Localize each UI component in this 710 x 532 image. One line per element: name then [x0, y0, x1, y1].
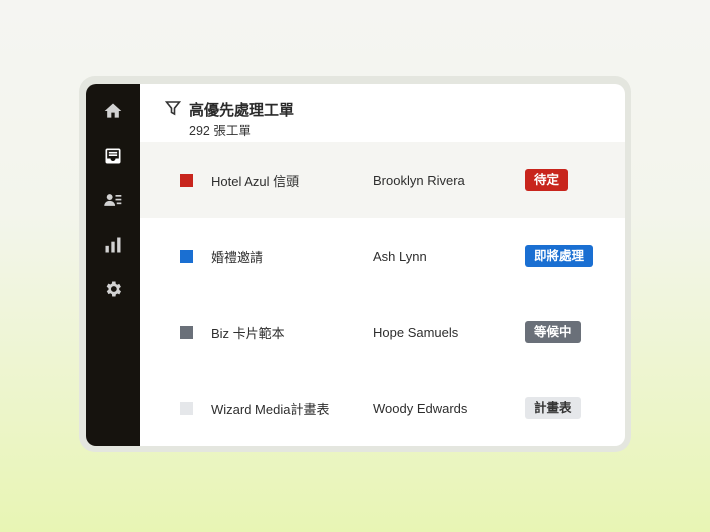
sidebar — [86, 84, 140, 446]
status-badge: 等候中 — [525, 321, 581, 343]
main-content: 高優先處理工單 292 張工單 Hotel Azul 信頭 Brooklyn R… — [140, 84, 625, 446]
work-orders-panel: 高優先處理工單 292 張工單 Hotel Azul 信頭 Brooklyn R… — [86, 84, 625, 446]
color-swatch — [180, 249, 193, 263]
nav-reports[interactable] — [98, 230, 128, 260]
color-swatch — [180, 173, 193, 187]
contacts-icon — [104, 194, 122, 206]
ticket-list: Hotel Azul 信頭 Brooklyn Rivera 待定 婚禮邀請 As… — [140, 142, 625, 446]
page-title: 高優先處理工單 — [189, 102, 295, 119]
ticket-count: 292 張工單 — [189, 124, 251, 138]
ticket-name: Wizard Media計畫表 — [211, 401, 330, 417]
home-icon — [104, 103, 122, 118]
gear-icon — [106, 281, 121, 297]
client-name: Hope Samuels — [373, 324, 459, 340]
color-swatch — [180, 401, 193, 415]
nav-settings[interactable] — [98, 274, 128, 304]
color-swatch — [180, 325, 193, 339]
ticket-name: Biz 卡片範本 — [211, 325, 285, 341]
nav-home[interactable] — [98, 96, 128, 126]
status-badge: 計畫表 — [525, 397, 581, 419]
filter-button[interactable] — [164, 100, 182, 116]
table-row[interactable]: 婚禮邀請 Ash Lynn 即將處理 — [140, 218, 625, 294]
ticket-name: Hotel Azul 信頭 — [211, 173, 300, 189]
bar-chart-icon — [105, 237, 121, 252]
status-badge: 即將處理 — [525, 245, 594, 267]
client-name: Woody Edwards — [373, 400, 468, 416]
nav-contacts[interactable] — [98, 185, 128, 215]
client-name: Ash Lynn — [373, 248, 427, 264]
table-row[interactable]: Wizard Media計畫表 Woody Edwards 計畫表 — [140, 370, 625, 446]
table-row[interactable]: Hotel Azul 信頭 Brooklyn Rivera 待定 — [140, 142, 625, 218]
table-row[interactable]: Biz 卡片範本 Hope Samuels 等候中 — [140, 294, 625, 370]
nav-inbox[interactable] — [98, 141, 128, 171]
ticket-name: 婚禮邀請 — [211, 249, 264, 265]
list-header: 高優先處理工單 292 張工單 — [140, 84, 625, 142]
filter-icon — [164, 101, 182, 116]
client-name: Brooklyn Rivera — [373, 172, 465, 188]
inbox-icon — [105, 148, 121, 163]
status-badge: 待定 — [525, 169, 569, 191]
